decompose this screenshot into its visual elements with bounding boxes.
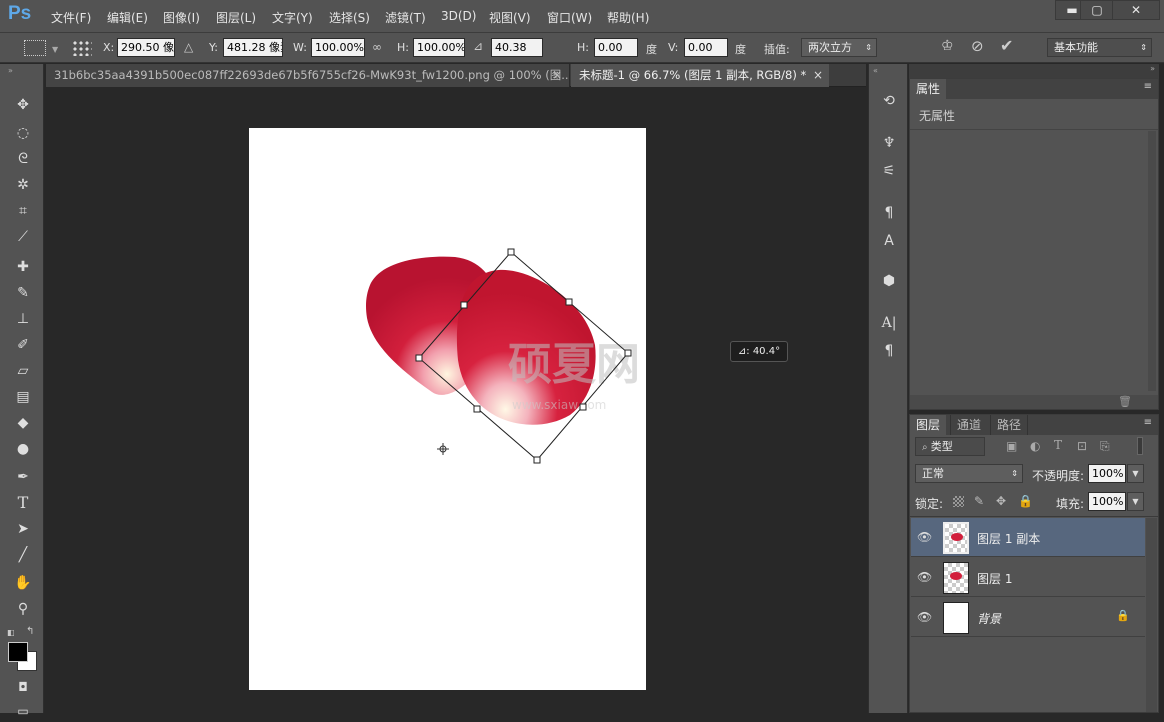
petal-thumb-icon	[951, 533, 963, 541]
layer-name[interactable]: 背景	[977, 610, 1001, 627]
layer-name[interactable]: 图层 1	[977, 570, 1012, 587]
transform-handle[interactable]	[507, 248, 515, 256]
brush-presets-icon[interactable]: ♆	[877, 132, 901, 154]
transform-handle[interactable]	[565, 298, 573, 306]
scrollbar[interactable]	[1148, 131, 1156, 391]
filter-type-icon[interactable]: T	[1054, 438, 1062, 452]
3d-panel-icon[interactable]: ⬢	[877, 270, 901, 292]
chevron-updown-icon: ⇕	[1011, 469, 1018, 478]
opacity-label: 不透明度:	[1032, 469, 1085, 483]
watermark: 硕夏网 www.sxiaw.com	[508, 339, 640, 412]
scrollbar[interactable]	[1146, 518, 1157, 712]
trash-icon[interactable]: 🗑	[1118, 395, 1132, 408]
lock-transparency-icon[interactable]	[953, 496, 964, 507]
no-properties-text: 无属性	[919, 109, 956, 123]
paragraph-styles-icon[interactable]: A	[877, 230, 901, 252]
layer-row[interactable]: 👁 背景 🔒	[911, 598, 1145, 637]
layer-name[interactable]: 图层 1 副本	[977, 530, 1040, 547]
transform-handle[interactable]	[473, 405, 481, 413]
character-panel-icon[interactable]: A|	[877, 312, 901, 334]
transform-handle[interactable]	[415, 354, 423, 362]
tab-layers[interactable]: 图层	[910, 415, 947, 435]
blend-mode-value: 正常	[922, 467, 944, 480]
panel-header-strip: »	[909, 64, 1159, 78]
collapse-icon[interactable]: »	[1150, 64, 1155, 73]
filter-shape-icon[interactable]: ⊡	[1077, 439, 1087, 453]
lock-icon: 🔒	[1116, 609, 1130, 622]
watermark-subtext: www.sxiaw.com	[512, 398, 606, 412]
tab-channels[interactable]: 通道	[950, 415, 987, 435]
filter-pixel-icon[interactable]: ▣	[1006, 439, 1017, 453]
character-styles-icon[interactable]: ¶	[877, 202, 901, 224]
divider	[910, 129, 1158, 130]
filter-smart-object-icon[interactable]: ⎘	[1100, 439, 1110, 454]
fill-field[interactable]: 100%	[1088, 492, 1126, 511]
filter-toggle[interactable]	[1137, 437, 1143, 455]
lock-all-icon[interactable]: 🔒	[1018, 494, 1033, 508]
brush-panel-icon[interactable]: ⚟	[877, 160, 901, 182]
lock-position-icon[interactable]: ✥	[996, 494, 1006, 508]
transform-handle[interactable]	[579, 403, 587, 411]
opacity-field[interactable]: 100%	[1088, 464, 1126, 483]
visibility-eye-icon[interactable]: 👁	[917, 530, 932, 544]
chevron-down-icon[interactable]: ▼	[1127, 492, 1144, 511]
chevron-down-icon[interactable]: ▼	[1127, 464, 1144, 483]
angle-tooltip: ⊿: 40.4°	[730, 341, 788, 362]
fill-label: 填充:	[1056, 497, 1085, 511]
layers-header	[910, 415, 1158, 435]
transform-handle[interactable]	[624, 349, 632, 357]
panel-dock: « ⟲ ♆ ⚟ ¶ A ⬢ A| ¶	[868, 64, 908, 713]
history-panel-icon[interactable]: ⟲	[877, 90, 901, 112]
panel-menu-icon[interactable]: ≡	[1144, 81, 1152, 92]
divider	[910, 516, 1158, 517]
lock-label: 锁定:	[915, 497, 944, 511]
lock-pixels-icon[interactable]: ✎	[974, 494, 984, 508]
blend-mode-select[interactable]: 正常 ⇕	[915, 464, 1023, 483]
expand-icon[interactable]: «	[873, 66, 878, 75]
panel-menu-icon[interactable]: ≡	[1144, 417, 1152, 428]
properties-header	[910, 79, 1158, 99]
layers-panel: 图层 通道 路径 ≡ ⌕ 类型 ▣ ◐ T ⊡ ⎘ 正常 ⇕ 不透明度: 100%…	[909, 414, 1159, 713]
paragraph-panel-icon[interactable]: ¶	[877, 340, 901, 362]
transform-handle[interactable]	[460, 301, 468, 309]
layer-filter-value: 类型	[930, 440, 953, 453]
layer-filter-select[interactable]: ⌕ 类型	[915, 437, 985, 456]
petal-thumb-icon	[950, 572, 962, 580]
layer-thumbnail	[943, 562, 969, 594]
tab-properties[interactable]: 属性	[910, 79, 947, 99]
search-icon: ⌕	[922, 442, 931, 453]
transform-handle[interactable]	[533, 456, 541, 464]
filter-adjustment-icon[interactable]: ◐	[1030, 439, 1040, 453]
visibility-eye-icon[interactable]: 👁	[917, 570, 932, 584]
layer-thumbnail	[943, 522, 969, 554]
properties-panel: 属性 ≡ 无属性 🗑	[909, 78, 1159, 410]
rotation-pivot-icon[interactable]	[437, 443, 449, 455]
tab-paths[interactable]: 路径	[990, 415, 1029, 435]
layer-row[interactable]: 👁 图层 1	[911, 558, 1145, 597]
visibility-eye-icon[interactable]: 👁	[917, 610, 932, 624]
layer-row-selected[interactable]: 👁 图层 1 副本	[911, 518, 1145, 557]
layer-thumbnail	[943, 602, 969, 634]
